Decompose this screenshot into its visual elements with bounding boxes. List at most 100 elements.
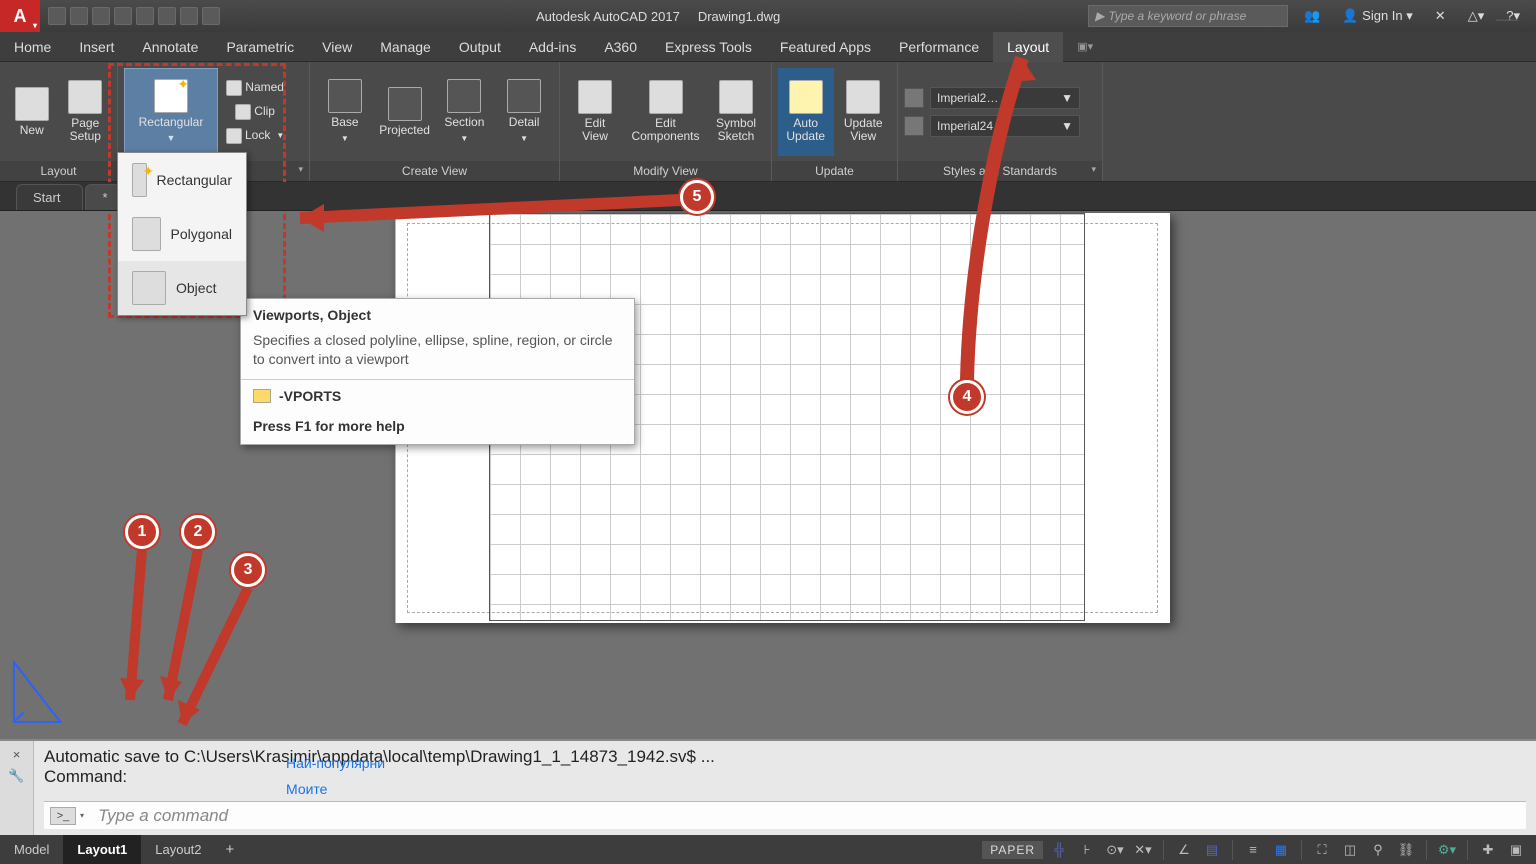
ucs-icon[interactable] xyxy=(10,656,68,731)
tab-featuredapps[interactable]: Featured Apps xyxy=(766,32,885,62)
infocenter-icon[interactable]: 👥 xyxy=(1298,6,1326,26)
projected-view-button[interactable]: Projected xyxy=(376,68,434,156)
transparency-icon[interactable]: ≡ xyxy=(1241,840,1265,860)
tab-a360[interactable]: A360 xyxy=(590,32,651,62)
panel-styles-title[interactable]: Styles and Standards xyxy=(898,161,1102,181)
close-cmd-icon[interactable]: × xyxy=(13,747,21,762)
add-layout-tab[interactable]: + xyxy=(216,835,245,864)
flyout-rectangular[interactable]: ✦ Rectangular xyxy=(118,153,246,207)
edit-components-button[interactable]: Edit Components xyxy=(626,68,705,156)
workspace-icon[interactable]: ◫ xyxy=(1338,840,1362,860)
command-window[interactable]: × 🔧 Automatic save to C:\Users\Krasimir\… xyxy=(0,739,1536,835)
app-menu-button[interactable]: A xyxy=(0,0,40,32)
tooltip-command: -VPORTS xyxy=(241,379,634,412)
customization-icon[interactable]: ⚙▾ xyxy=(1435,840,1459,860)
clip-viewport-button[interactable]: Clip xyxy=(220,101,290,123)
auto-update-icon xyxy=(789,80,823,114)
projected-icon xyxy=(388,87,422,121)
new-layout-button[interactable]: New xyxy=(6,68,58,156)
rectangular-viewport-button[interactable]: ✦ Rectangular▼ xyxy=(124,68,218,156)
space-toggle[interactable]: PAPER xyxy=(982,841,1043,859)
ortho-icon[interactable]: ⊦ xyxy=(1075,840,1099,860)
tab-parametric[interactable]: Parametric xyxy=(212,32,308,62)
qat-new-icon[interactable] xyxy=(48,7,66,25)
base-view-button[interactable]: Base▼ xyxy=(316,68,374,156)
annotation-bubble-3: 3 xyxy=(231,553,265,587)
page-setup-icon xyxy=(68,80,102,114)
title-bar: A Autodesk AutoCAD 2017 Drawing1.dwg ▶Ty… xyxy=(0,0,1536,32)
command-input-icon[interactable]: >_ xyxy=(50,807,76,825)
symbol-sketch-button[interactable]: Symbol Sketch xyxy=(707,68,765,156)
lineweight-icon[interactable]: ▤ xyxy=(1200,840,1224,860)
model-tab[interactable]: Model xyxy=(0,835,63,864)
auto-update-button[interactable]: Auto Update xyxy=(778,68,834,156)
detail-view-button[interactable]: Detail▼ xyxy=(495,68,553,156)
qat-redo-icon[interactable] xyxy=(180,7,198,25)
section-icon xyxy=(447,79,481,113)
ui-lock-icon[interactable]: ⛓ xyxy=(1394,840,1418,860)
layout2-tab[interactable]: Layout2 xyxy=(141,835,215,864)
isolate-icon[interactable]: ✚ xyxy=(1476,840,1500,860)
grid-toggle-icon[interactable]: ╬ xyxy=(1047,840,1071,860)
help-search-input[interactable]: ▶Type a keyword or phrase xyxy=(1088,5,1288,27)
style2-dropdown[interactable]: Imperial24▼ xyxy=(930,115,1080,137)
ribbon-tabs: Home Insert Annotate Parametric View Man… xyxy=(0,32,1536,62)
qat-open-icon[interactable] xyxy=(70,7,88,25)
annotation-scale-icon[interactable]: ⛶ xyxy=(1310,840,1334,860)
annotation-bubble-5: 5 xyxy=(680,180,714,214)
command-input[interactable]: Type a command xyxy=(98,806,228,826)
start-tab[interactable]: Start xyxy=(16,184,83,210)
osnap-icon[interactable]: ✕▾ xyxy=(1131,840,1155,860)
tooltip-title: Viewports, Object xyxy=(241,299,634,327)
flyout-object[interactable]: Object xyxy=(118,261,246,315)
page-setup-button[interactable]: Page Setup xyxy=(60,68,112,156)
tab-layout[interactable]: Layout xyxy=(993,32,1063,62)
a360-icon[interactable]: △▾ xyxy=(1462,6,1491,26)
tab-output[interactable]: Output xyxy=(445,32,515,62)
tab-view[interactable]: View xyxy=(308,32,366,62)
lock-viewport-button[interactable]: Lock▼ xyxy=(220,125,290,147)
exchange-icon[interactable]: ✕ xyxy=(1429,6,1452,26)
otrack-icon[interactable]: ∠ xyxy=(1172,840,1196,860)
flyout-polygonal[interactable]: Polygonal xyxy=(118,207,246,261)
qat-save-icon[interactable] xyxy=(92,7,110,25)
panel-layout-title: Layout xyxy=(0,161,117,181)
named-viewports-button[interactable]: Named xyxy=(220,77,290,99)
section-view-button[interactable]: Section▼ xyxy=(436,68,494,156)
qat-undo-icon[interactable] xyxy=(158,7,176,25)
layout-tabs: Model Layout1 Layout2 + PAPER ╬ ⊦ ⊙▾ ✕▾ … xyxy=(0,835,1536,864)
qat-plot-icon[interactable] xyxy=(136,7,154,25)
tab-insert[interactable]: Insert xyxy=(65,32,128,62)
clean-screen-icon[interactable]: ▣ xyxy=(1504,840,1528,860)
tooltip-body: Specifies a closed polyline, ellipse, sp… xyxy=(241,327,634,379)
style2-icon[interactable] xyxy=(904,116,924,136)
style1-dropdown[interactable]: Imperial2…▼ xyxy=(930,87,1080,109)
tab-overflow-icon[interactable]: ▣▾ xyxy=(1063,32,1107,62)
edit-view-icon xyxy=(578,80,612,114)
link-popular[interactable]: Най-популярни xyxy=(286,755,385,771)
tab-home[interactable]: Home xyxy=(0,32,65,62)
command-gutter: × 🔧 xyxy=(0,741,34,835)
layout1-tab[interactable]: Layout1 xyxy=(63,835,141,864)
link-mine[interactable]: Моите xyxy=(286,781,385,797)
update-view-button[interactable]: Update View xyxy=(836,68,892,156)
annotation-visibility-icon[interactable]: ⚲ xyxy=(1366,840,1390,860)
qat-saveas-icon[interactable] xyxy=(114,7,132,25)
tab-addins[interactable]: Add-ins xyxy=(515,32,590,62)
style1-icon[interactable] xyxy=(904,88,924,108)
minimize-button[interactable]: — xyxy=(1496,6,1518,32)
search-placeholder: Type a keyword or phrase xyxy=(1108,9,1246,23)
external-links: Най-популярни Моите xyxy=(286,755,385,807)
polar-icon[interactable]: ⊙▾ xyxy=(1103,840,1127,860)
tab-expresstools[interactable]: Express Tools xyxy=(651,32,766,62)
app-title: Autodesk AutoCAD 2017 xyxy=(536,9,680,24)
command-icon xyxy=(253,389,271,403)
signin-button[interactable]: 👤 Sign In ▾ xyxy=(1336,6,1418,26)
qat-more-icon[interactable] xyxy=(202,7,220,25)
edit-view-button[interactable]: Edit View xyxy=(566,68,624,156)
wrench-icon[interactable]: 🔧 xyxy=(8,768,24,784)
selection-cycling-icon[interactable]: ▦ xyxy=(1269,840,1293,860)
tab-annotate[interactable]: Annotate xyxy=(128,32,212,62)
tab-manage[interactable]: Manage xyxy=(366,32,445,62)
tab-performance[interactable]: Performance xyxy=(885,32,993,62)
